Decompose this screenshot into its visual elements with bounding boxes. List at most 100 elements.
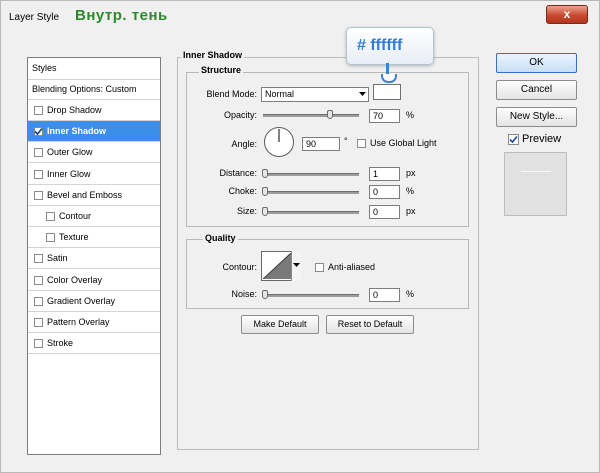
size-field[interactable]: 0 (369, 205, 400, 219)
use-global-light-label: Use Global Light (370, 138, 437, 148)
noise-field[interactable]: 0 (369, 288, 400, 302)
blend-mode-label: Blend Mode: (206, 89, 257, 99)
style-item-checkbox[interactable] (34, 148, 43, 158)
inner-shadow-title: Inner Shadow (181, 50, 245, 60)
style-item-checkbox[interactable] (46, 212, 55, 221)
style-item-contour[interactable]: Contour (28, 206, 160, 227)
opacity-slider-thumb[interactable] (327, 110, 334, 119)
style-item-texture[interactable]: Texture (28, 227, 160, 249)
style-item-label: Contour (59, 211, 92, 221)
reset-to-default-button[interactable]: Reset to Default (326, 315, 414, 334)
style-item-gradient-overlay[interactable]: Gradient Overlay (28, 291, 160, 312)
distance-slider-track[interactable] (263, 173, 359, 176)
preview-highlight (521, 171, 551, 172)
style-item-bevel-and-emboss[interactable]: Bevel and Emboss (28, 185, 160, 206)
style-item-checkbox[interactable] (34, 169, 43, 179)
noise-slider-thumb[interactable] (262, 290, 268, 299)
style-item-label: Gradient Overlay (47, 295, 116, 306)
structure-title: Structure (199, 65, 244, 75)
size-slider-thumb[interactable] (262, 207, 268, 216)
style-item-label: Drop Shadow (47, 105, 102, 115)
size-slider-track[interactable] (263, 211, 359, 214)
opacity-value: 70 (373, 111, 384, 121)
close-button[interactable]: x (546, 5, 588, 24)
color-hex-text: # ffffff (357, 37, 403, 54)
style-item-label: Stroke (47, 338, 74, 349)
style-item-checkbox[interactable] (34, 296, 43, 306)
distance-slider-thumb[interactable] (262, 169, 268, 178)
blending-options-item[interactable]: Blending Options: Custom (28, 80, 160, 100)
style-item-checkbox[interactable] (34, 275, 43, 285)
style-item-stroke[interactable]: Stroke (28, 333, 160, 355)
quality-title: Quality (203, 233, 238, 243)
size-label: Size: (236, 206, 257, 216)
style-item-checkbox[interactable] (34, 190, 43, 200)
size-unit: px (406, 206, 416, 216)
style-item-pattern-overlay[interactable]: Pattern Overlay (28, 312, 160, 333)
shadow-color-swatch[interactable] (373, 84, 401, 100)
preview-thumbnail (504, 152, 567, 216)
new-style-button[interactable]: New Style... (496, 107, 577, 127)
choke-label: Choke: (228, 186, 257, 196)
annotation-label: Внутр. тень (75, 7, 168, 24)
ok-button[interactable]: OK (496, 53, 577, 73)
cancel-button[interactable]: Cancel (496, 80, 577, 100)
style-item-checkbox[interactable] (34, 254, 43, 264)
angle-field[interactable]: 90 (302, 137, 340, 151)
style-item-checkbox[interactable] (34, 339, 43, 349)
choke-slider-thumb[interactable] (262, 187, 268, 196)
styles-header[interactable]: Styles (28, 58, 160, 80)
opacity-field[interactable]: 70 (369, 109, 400, 123)
angle-dial[interactable] (263, 126, 295, 158)
style-item-checkbox[interactable] (34, 106, 43, 115)
color-hex-callout: # ffffff (346, 27, 434, 65)
distance-field[interactable]: 1 (369, 167, 400, 181)
noise-label: Noise: (231, 289, 257, 299)
style-item-satin[interactable]: Satin (28, 248, 160, 270)
title-bar: Layer Style Внутр. тень x (1, 1, 599, 33)
style-item-inner-glow[interactable]: Inner Glow (28, 164, 160, 185)
contour-curve-icon (263, 253, 291, 279)
contour-picker[interactable] (261, 251, 301, 281)
window-title: Layer Style (9, 12, 60, 23)
close-icon: x (563, 7, 571, 21)
style-item-outer-glow[interactable]: Outer Glow (28, 142, 160, 164)
choke-slider-track[interactable] (263, 191, 359, 194)
chevron-down-icon (293, 263, 300, 267)
style-item-inner-shadow[interactable]: Inner Shadow (28, 121, 160, 143)
use-global-light-checkbox[interactable] (357, 139, 366, 148)
style-item-checkbox[interactable] (34, 318, 43, 327)
distance-label: Distance: (219, 168, 257, 178)
style-item-checkbox[interactable] (34, 127, 43, 137)
style-item-label: Bevel and Emboss (47, 189, 123, 200)
style-item-checkbox[interactable] (46, 233, 55, 243)
opacity-slider-track[interactable] (263, 114, 359, 117)
layer-style-dialog: Layer Style Внутр. тень x Styles Blendin… (0, 0, 600, 473)
style-item-label: Texture (59, 232, 89, 243)
anti-aliased-checkbox[interactable] (315, 263, 324, 272)
preview-checkbox[interactable] (508, 134, 519, 145)
style-item-label: Inner Shadow (47, 126, 107, 137)
style-item-drop-shadow[interactable]: Drop Shadow (28, 100, 160, 121)
distance-value: 1 (373, 169, 379, 179)
opacity-unit: % (406, 110, 415, 120)
opacity-label: Opacity: (223, 110, 257, 120)
checkmark-icon (509, 135, 518, 144)
angle-value: 90 (306, 139, 317, 149)
style-item-label: Inner Glow (47, 168, 91, 179)
chevron-down-icon (359, 92, 366, 96)
noise-unit: % (406, 289, 415, 299)
style-item-color-overlay[interactable]: Color Overlay (28, 270, 160, 291)
contour-label: Contour: (222, 262, 257, 272)
size-value: 0 (373, 207, 379, 217)
distance-unit: px (406, 168, 416, 178)
noise-slider-track[interactable] (263, 294, 359, 297)
make-default-button[interactable]: Make Default (241, 315, 319, 334)
style-item-label: Outer Glow (47, 147, 93, 158)
angle-label: Angle: (231, 139, 257, 149)
style-item-label: Pattern Overlay (47, 317, 110, 327)
choke-field[interactable]: 0 (369, 185, 400, 199)
checkmark-icon (34, 128, 43, 136)
contour-dropdown[interactable] (291, 251, 301, 281)
blend-mode-select[interactable]: Normal (261, 87, 369, 102)
